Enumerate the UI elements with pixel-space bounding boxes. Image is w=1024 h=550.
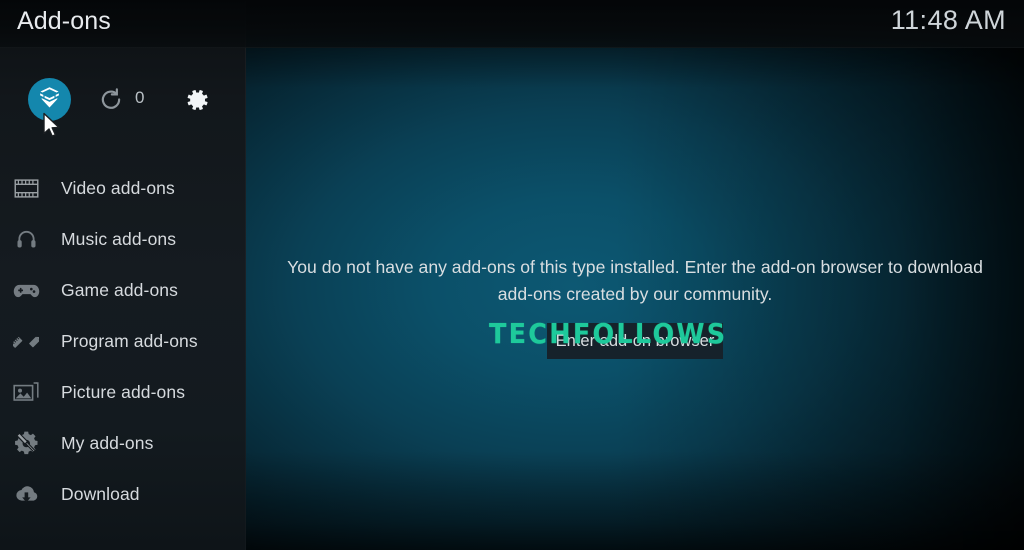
- sidebar-item-label: My add-ons: [61, 433, 154, 453]
- pencil-ruler-icon: [10, 326, 42, 358]
- sidebar-item-label: Game add-ons: [61, 280, 178, 300]
- sidebar-item-video-add-ons[interactable]: Video add-ons: [0, 163, 246, 214]
- sidebar-toolbar: 0: [0, 78, 246, 130]
- sidebar-item-label: Download: [61, 484, 140, 504]
- sidebar-item-my-add-ons[interactable]: My add-ons: [0, 418, 246, 469]
- gear-screwdriver-icon: [10, 428, 42, 460]
- film-strip-icon: [10, 173, 42, 205]
- cloud-download-icon: [10, 479, 42, 511]
- addon-browser-button[interactable]: [28, 78, 71, 121]
- sidebar-item-program-add-ons[interactable]: Program add-ons: [0, 316, 246, 367]
- update-count: 0: [135, 88, 145, 107]
- sidebar-item-download[interactable]: Download: [0, 469, 246, 520]
- sidebar-item-game-add-ons[interactable]: Game add-ons: [0, 265, 246, 316]
- gear-icon[interactable]: [183, 86, 211, 114]
- watermark-techfollows: TECHFOLLOWS: [489, 317, 728, 350]
- picture-icon: [10, 377, 42, 409]
- open-box-icon: [37, 85, 62, 115]
- headphones-icon: [10, 224, 42, 256]
- gamepad-icon: [10, 275, 42, 307]
- check-updates-button[interactable]: [98, 87, 124, 113]
- sidebar-item-label: Music add-ons: [61, 229, 177, 249]
- empty-state-message: You do not have any add-ons of this type…: [287, 257, 983, 304]
- sidebar-item-picture-add-ons[interactable]: Picture add-ons: [0, 367, 246, 418]
- kodi-addons-screen: Add-ons 11:48 AM 0 Video add-ons Music a…: [0, 0, 1024, 550]
- sidebar-item-music-add-ons[interactable]: Music add-ons: [0, 214, 246, 265]
- clock: 11:48 AM: [890, 5, 1006, 35]
- header-bar: Add-ons 11:48 AM: [0, 0, 1024, 48]
- page-title: Add-ons: [17, 7, 111, 35]
- sidebar-item-label: Video add-ons: [61, 178, 175, 198]
- sidebar-item-label: Program add-ons: [61, 331, 198, 351]
- main-content: You do not have any add-ons of this type…: [246, 48, 1024, 550]
- sidebar-item-label: Picture add-ons: [61, 382, 186, 402]
- sidebar-menu: Video add-ons Music add-ons Game add-ons…: [0, 163, 246, 520]
